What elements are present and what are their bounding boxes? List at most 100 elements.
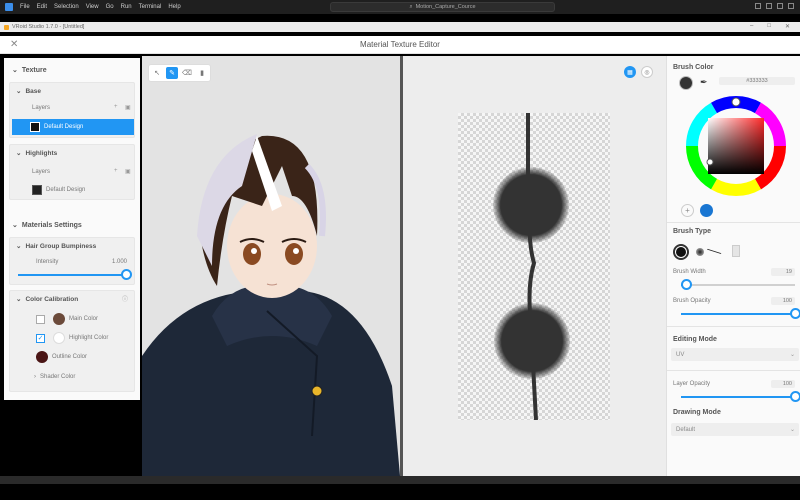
- soft-brush-icon[interactable]: [696, 248, 704, 256]
- intensity-slider[interactable]: [18, 269, 132, 280]
- add-color-icon[interactable]: +: [681, 204, 694, 217]
- round-brush-icon[interactable]: [673, 244, 689, 260]
- texture-label: Texture: [21, 66, 47, 74]
- main-color-swatch[interactable]: [53, 313, 65, 325]
- select-tool-icon[interactable]: ↖: [151, 67, 163, 79]
- tool-bar: ↖ ✎ ⌫ ▮: [148, 64, 211, 82]
- base-layer-name: Default Design: [44, 124, 84, 130]
- brush-opacity-slider[interactable]: [681, 308, 800, 319]
- layer-opacity-value[interactable]: 100: [771, 380, 795, 388]
- minimize-icon[interactable]: –: [750, 23, 753, 30]
- highlights-layer-name: Default Design: [46, 187, 86, 193]
- intensity-knob[interactable]: [121, 269, 132, 280]
- intensity-fill: [18, 274, 126, 276]
- saved-color-swatch[interactable]: [700, 204, 713, 217]
- chevron-down-icon: ⌄: [12, 67, 18, 74]
- left-panel: ⌄ Texture ⌄ Base Layers + ▣ Default Desi…: [4, 58, 140, 400]
- calibration-header[interactable]: ⌄ Color Calibration: [16, 295, 79, 304]
- vscode-titlebar: File Edit Selection View Go Run Terminal…: [0, 0, 800, 14]
- layer-opacity-label: Layer Opacity: [673, 381, 711, 387]
- chevron-down-icon: ⌄: [16, 243, 22, 250]
- menu-view[interactable]: View: [86, 4, 99, 10]
- brush-type-label: Brush Type: [673, 228, 711, 235]
- bumpiness-label: Hair Group Bumpiness: [25, 242, 97, 250]
- menu-file[interactable]: File: [20, 4, 30, 10]
- current-color-swatch[interactable]: [679, 76, 693, 90]
- intensity-value[interactable]: 1.000: [112, 259, 127, 265]
- headphones-icon[interactable]: ◎: [641, 66, 653, 78]
- layout-alt-icon[interactable]: [788, 3, 794, 9]
- brush-opacity-value[interactable]: 100: [771, 297, 795, 305]
- menu-terminal[interactable]: Terminal: [139, 4, 162, 10]
- pen-brush-icon[interactable]: ╲: [707, 245, 721, 258]
- command-center[interactable]: ⌕ Motion_Capture_Cource: [330, 2, 555, 12]
- sidebar-icon[interactable]: [766, 3, 772, 9]
- add-layer-icon[interactable]: +: [114, 104, 118, 110]
- editing-mode-select[interactable]: UV ⌄: [671, 348, 799, 361]
- texture-brush-icon[interactable]: [732, 245, 740, 257]
- bumpiness-header[interactable]: ⌄ Hair Group Bumpiness: [16, 242, 97, 251]
- chevron-right-icon: ›: [34, 374, 36, 380]
- layout-icon[interactable]: [755, 3, 761, 9]
- materials-section-header[interactable]: ⌄ Materials Settings: [12, 221, 82, 230]
- shader-color-row[interactable]: › Shader Color: [34, 374, 75, 380]
- pen-tool-icon[interactable]: ✎: [166, 67, 178, 79]
- separator: [667, 370, 800, 371]
- add-layer-icon[interactable]: +: [114, 168, 118, 174]
- highlight-color-checkbox[interactable]: ✓: [36, 333, 45, 343]
- drawing-mode-label: Drawing Mode: [673, 409, 721, 416]
- calibration-card: ⌄ Color Calibration ⓘ Main Color ✓ Highl…: [9, 290, 135, 392]
- vscode-icon: [5, 3, 13, 11]
- highlights-layers-label: Layers: [32, 169, 51, 175]
- editor-title: Material Texture Editor: [360, 40, 440, 49]
- menu-help[interactable]: Help: [168, 4, 180, 10]
- right-panel: Brush Color ✒ #333333 + Brush Type ╲ Bru…: [666, 56, 800, 476]
- chevron-down-icon: ⌄: [16, 150, 22, 157]
- eraser-tool-icon[interactable]: ⌫: [181, 67, 193, 79]
- base-card: ⌄ Base Layers + ▣ Default Design: [9, 82, 135, 138]
- panel-icon[interactable]: [777, 3, 783, 9]
- brush-strokes: [493, 113, 570, 420]
- view-toggle-icon[interactable]: ▦: [624, 66, 636, 78]
- highlight-color-swatch[interactable]: [53, 332, 65, 344]
- close-window-icon[interactable]: ✕: [785, 23, 790, 30]
- maximize-icon[interactable]: □: [767, 23, 771, 30]
- calibration-label: Color Calibration: [25, 295, 79, 303]
- color-wheel[interactable]: [684, 94, 788, 198]
- main-color-checkbox[interactable]: [36, 314, 45, 324]
- brush-width-value[interactable]: 19: [771, 268, 795, 276]
- brush-width-knob[interactable]: [681, 279, 692, 290]
- app-title: VRoid Studio 1.7.0 - [Untitled]: [12, 24, 85, 30]
- chevron-down-icon: ⌄: [16, 88, 22, 95]
- menu-edit[interactable]: Edit: [37, 4, 47, 10]
- search-icon: ⌕: [409, 3, 413, 10]
- base-header[interactable]: ⌄ Base: [16, 87, 41, 96]
- window-controls: – □ ✕: [750, 23, 790, 30]
- layer-opacity-knob[interactable]: [790, 391, 800, 402]
- bottom-bar: [0, 476, 800, 484]
- button-icon: [311, 385, 323, 397]
- import-icon[interactable]: ▣: [125, 104, 131, 111]
- base-layer-item[interactable]: Default Design: [12, 119, 134, 135]
- eyedropper-icon[interactable]: ✒: [700, 77, 708, 88]
- shader-color-label: Shader Color: [40, 374, 76, 380]
- drawing-mode-select[interactable]: Default ⌄: [671, 423, 799, 436]
- brush-color-label: Brush Color: [673, 64, 714, 71]
- model-viewport[interactable]: [142, 56, 400, 476]
- highlight-color-row: ✓ Highlight Color: [36, 332, 108, 344]
- outline-color-swatch[interactable]: [36, 351, 48, 363]
- main-color-label: Main Color: [69, 316, 99, 322]
- texture-section-header[interactable]: ⌄ Texture: [12, 66, 47, 75]
- brush-opacity-knob[interactable]: [790, 308, 800, 319]
- highlights-header[interactable]: ⌄ Highlights: [16, 149, 57, 158]
- import-icon[interactable]: ▣: [125, 168, 131, 175]
- highlights-layer-item[interactable]: Default Design: [12, 183, 134, 197]
- menu-selection[interactable]: Selection: [54, 4, 79, 10]
- menu-run[interactable]: Run: [121, 4, 132, 10]
- hex-input[interactable]: #333333: [719, 77, 795, 85]
- fill-tool-icon[interactable]: ▮: [196, 67, 208, 79]
- layer-opacity-slider[interactable]: [681, 391, 800, 402]
- info-icon[interactable]: ⓘ: [122, 294, 128, 303]
- menu-go[interactable]: Go: [106, 4, 114, 10]
- brush-width-slider[interactable]: [681, 279, 795, 290]
